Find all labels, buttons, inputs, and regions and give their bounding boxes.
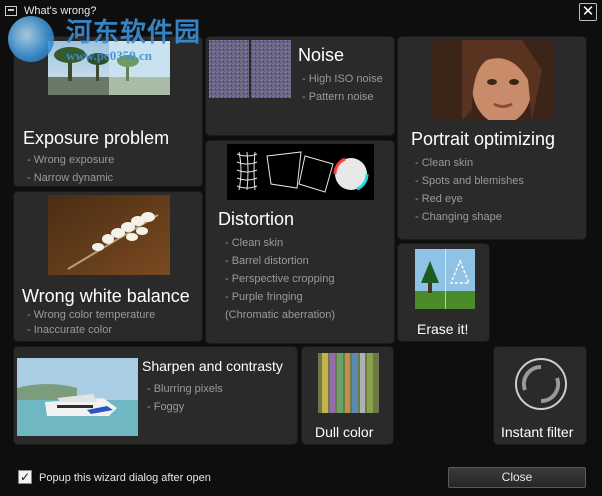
distortion-items: - Clean skin - Barrel distortion - Persp… [225, 234, 335, 324]
noise-items: - High ISO noise - Pattern noise [302, 70, 383, 106]
window-icon [5, 6, 17, 16]
tile-sharpen-and-contrasty[interactable]: Sharpen and contrasty - Blurring pixels … [13, 346, 298, 445]
sharpen-title: Sharpen and contrasty [142, 358, 283, 374]
noise-thumbnail [209, 40, 291, 98]
dull-thumbnail [318, 353, 379, 413]
popup-checkbox-label: Popup this wizard dialog after open [39, 472, 211, 484]
dull-title: Dull color [315, 424, 374, 440]
white-balance-item: - Inaccurate color [27, 324, 112, 336]
popup-checkbox[interactable]: ✓ [18, 470, 32, 484]
window-title: What's wrong? [24, 5, 97, 17]
tile-erase-it[interactable]: Erase it! [397, 243, 490, 342]
portrait-items: - Clean skin - Spots and blemishes - Red… [415, 154, 524, 226]
exposure-item: - Wrong exposure [27, 154, 115, 166]
tile-wrong-white-balance[interactable]: Wrong white balance - Wrong color temper… [13, 191, 203, 342]
noise-item: - High ISO noise [302, 73, 383, 85]
distortion-thumbnail [227, 144, 374, 200]
portrait-thumbnail [432, 40, 554, 120]
distortion-item: - Perspective cropping [225, 273, 335, 285]
distortion-item: - Barrel distortion [225, 255, 309, 267]
close-button[interactable]: Close [448, 467, 586, 488]
portrait-title: Portrait optimizing [411, 129, 556, 149]
tile-exposure-problem[interactable]: Exposure problem - Wrong exposure - Narr… [13, 36, 203, 187]
portrait-item: - Clean skin [415, 157, 474, 169]
tile-instant-filter[interactable]: Instant filter [493, 346, 587, 445]
sharpen-thumbnail [17, 358, 138, 436]
portrait-item: - Changing shape [415, 211, 502, 223]
title-bar: What's wrong? ✕ [0, 0, 602, 24]
white-balance-item: - Wrong color temperature [27, 309, 156, 321]
distortion-title: Distortion [218, 209, 295, 229]
white-balance-title: Wrong white balance [22, 286, 190, 306]
distortion-item: - Clean skin [225, 237, 284, 249]
exposure-thumbnail [48, 41, 170, 95]
distortion-item: - Purple fringing [225, 291, 303, 303]
instant-filter-icon [512, 355, 570, 413]
noise-title: Noise [298, 45, 345, 65]
erase-title: Erase it! [417, 321, 469, 337]
instant-title: Instant filter [501, 424, 574, 440]
exposure-item: - Narrow dynamic [27, 172, 114, 184]
window-close-button[interactable]: ✕ [579, 3, 597, 21]
distortion-item: (Chromatic aberration) [225, 309, 336, 321]
portrait-item: - Spots and blemishes [415, 175, 524, 187]
white-balance-thumbnail [48, 195, 170, 275]
sharpen-items: - Blurring pixels - Foggy [147, 380, 223, 416]
tile-distortion[interactable]: Distortion - Clean skin - Barrel distort… [205, 140, 395, 344]
noise-item: - Pattern noise [302, 91, 374, 103]
sharpen-item: - Foggy [147, 401, 185, 413]
tile-portrait-optimizing[interactable]: Portrait optimizing - Clean skin - Spots… [397, 36, 587, 240]
exposure-items: - Wrong exposure - Narrow dynamic [27, 151, 114, 187]
sharpen-item: - Blurring pixels [147, 383, 223, 395]
exposure-title: Exposure problem [23, 128, 170, 148]
tile-dull-color[interactable]: Dull color [301, 346, 394, 445]
white-balance-items: - Wrong color temperature - Inaccurate c… [27, 308, 155, 338]
tile-noise[interactable]: Noise - High ISO noise - Pattern noise [205, 36, 395, 136]
portrait-item: - Red eye [415, 193, 463, 205]
erase-thumbnail [415, 249, 475, 309]
